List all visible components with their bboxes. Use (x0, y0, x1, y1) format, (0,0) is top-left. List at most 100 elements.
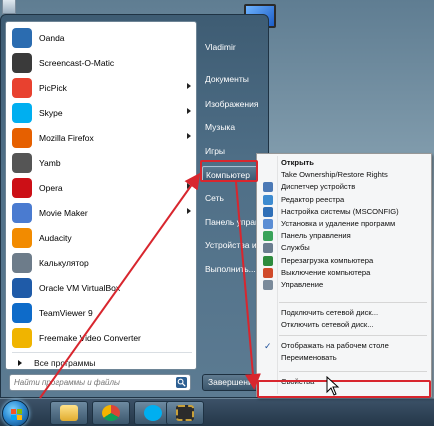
freemake-icon (12, 327, 32, 348)
skype-icon (144, 405, 162, 421)
start-button[interactable] (2, 400, 29, 426)
right-menu-item[interactable]: Музыка (205, 119, 267, 135)
right-menu-item[interactable]: Vladimir (205, 39, 267, 55)
all-programs-arrow-icon (18, 360, 22, 366)
context-menu-label: Перезагрузка компьютера (281, 255, 374, 265)
all-programs-label: Все программы (34, 358, 96, 368)
program-label: Movie Maker (39, 207, 88, 218)
control-panel-icon (263, 231, 273, 242)
program-label: Skype (39, 107, 63, 118)
context-menu-label: Панель управления (281, 231, 351, 241)
right-menu-item[interactable]: Документы (205, 71, 267, 87)
program-item[interactable]: Skype (8, 100, 196, 125)
program-label: Opera (39, 182, 63, 193)
context-menu-separator (279, 371, 427, 372)
program-item[interactable]: Oracle VM VirtualBox (8, 275, 196, 300)
oanda-icon (12, 27, 32, 48)
right-menu-item[interactable]: Изображения (205, 96, 267, 112)
context-menu-label: Открыть (281, 158, 314, 167)
program-label: Калькулятор (39, 257, 89, 268)
context-menu-item[interactable]: Выключение компьютера (259, 267, 429, 279)
submenu-arrow-icon[interactable] (187, 133, 191, 139)
search-box[interactable] (9, 374, 191, 391)
context-menu-label: Подключить сетевой диск... (281, 308, 379, 318)
program-item[interactable]: Opera (8, 175, 196, 200)
context-menu-label: Отображать на рабочем столе (281, 340, 389, 350)
submenu-arrow-icon[interactable] (187, 83, 191, 89)
context-menu-item[interactable]: Диспетчер устройств (259, 181, 429, 193)
program-item[interactable]: Freemake Video Converter (8, 325, 196, 350)
opera-icon (12, 177, 32, 198)
picpick-icon (12, 77, 32, 98)
context-menu-item[interactable]: Открыть (259, 157, 429, 169)
virtualbox-icon (12, 277, 32, 298)
search-icon[interactable] (176, 377, 187, 388)
recycle-bin-icon[interactable] (2, 0, 16, 14)
explorer-taskbar-button[interactable] (50, 401, 88, 425)
shutdown-button[interactable]: Завершение работы (202, 374, 262, 391)
context-menu-item[interactable]: Take Ownership/Restore Rights (259, 169, 429, 181)
context-menu-label: Редактор реестра (281, 194, 345, 204)
program-item[interactable]: Калькулятор (8, 250, 196, 275)
device-manager-icon (263, 182, 273, 193)
context-menu-item[interactable]: Редактор реестра (259, 194, 429, 206)
media-taskbar-button[interactable] (166, 401, 204, 425)
context-menu-item[interactable]: ✓ Отображать на рабочем столе (259, 340, 429, 352)
context-menu-label: Выключение компьютера (281, 267, 371, 277)
program-item[interactable]: PicPick (8, 75, 196, 100)
chrome-taskbar-button[interactable] (92, 401, 130, 425)
context-menu-item[interactable]: Переименовать (259, 352, 429, 364)
program-item[interactable]: TeamViewer 9 (8, 300, 196, 325)
context-menu-item[interactable]: Перезагрузка компьютера (259, 255, 429, 267)
context-menu-label: Take Ownership/Restore Rights (281, 170, 388, 180)
program-label: Oracle VM VirtualBox (39, 282, 121, 293)
programs-separator (12, 352, 192, 353)
submenu-arrow-icon[interactable] (187, 108, 191, 114)
computer-highlight-box (200, 160, 258, 182)
program-item[interactable]: Audacity (8, 225, 196, 250)
context-menu-label: Установка и удаление программ (281, 219, 396, 228)
context-menu-label: Отключить сетевой диск... (281, 320, 374, 330)
firefox-icon (12, 127, 32, 148)
context-menu-item[interactable]: Отключить сетевой диск... (259, 319, 429, 331)
skype-icon (12, 102, 32, 123)
calculator-icon (12, 252, 32, 273)
registry-editor-icon (263, 194, 273, 205)
context-menu-label: Диспетчер устройств (281, 182, 356, 192)
program-label: Screencast-O-Matic (39, 57, 115, 68)
context-menu-item[interactable]: Панель управления (259, 230, 429, 242)
program-label: Audacity (39, 232, 72, 243)
folder-icon (60, 405, 78, 421)
film-icon (176, 405, 194, 421)
context-menu: Открыть Take Ownership/Restore Rights Дисп… (256, 153, 432, 397)
check-icon: ✓ (264, 340, 272, 351)
yamb-icon (12, 152, 32, 173)
context-menu-item[interactable]: Управление (259, 279, 429, 291)
movie-maker-icon (12, 202, 32, 223)
context-menu-item[interactable]: Настройка системы (MSCONFIG) (259, 206, 429, 218)
program-item[interactable]: Screencast-O-Matic (8, 50, 196, 75)
submenu-arrow-icon[interactable] (187, 208, 191, 214)
context-menu-separator (279, 302, 427, 304)
program-label: Yamb (39, 157, 61, 168)
program-item[interactable]: Yamb (8, 150, 196, 175)
submenu-arrow-icon[interactable] (187, 183, 191, 189)
taskbar (0, 398, 434, 426)
context-menu-item[interactable]: Установка и удаление программ (259, 218, 429, 230)
restart-icon (263, 255, 273, 266)
all-programs-button[interactable]: Все программы (8, 355, 196, 371)
context-menu-item[interactable]: Подключить сетевой диск... (259, 307, 429, 319)
program-item[interactable]: Movie Maker (8, 200, 196, 225)
windows-logo-icon (11, 409, 22, 420)
context-menu-label: Службы (281, 243, 310, 253)
shutdown-label: Завершение работы (208, 377, 261, 387)
program-item[interactable]: Oanda (8, 25, 196, 50)
program-item[interactable]: Mozilla Firefox (8, 125, 196, 150)
programs-panel: Oanda Screencast-O-Matic PicPick Skype Mozil… (5, 21, 197, 370)
search-input[interactable] (14, 375, 174, 390)
screencast-icon (12, 52, 32, 73)
program-label: Mozilla Firefox (39, 132, 94, 143)
context-menu-item[interactable]: Службы (259, 242, 429, 254)
program-label: PicPick (39, 82, 67, 93)
services-icon (263, 243, 273, 254)
